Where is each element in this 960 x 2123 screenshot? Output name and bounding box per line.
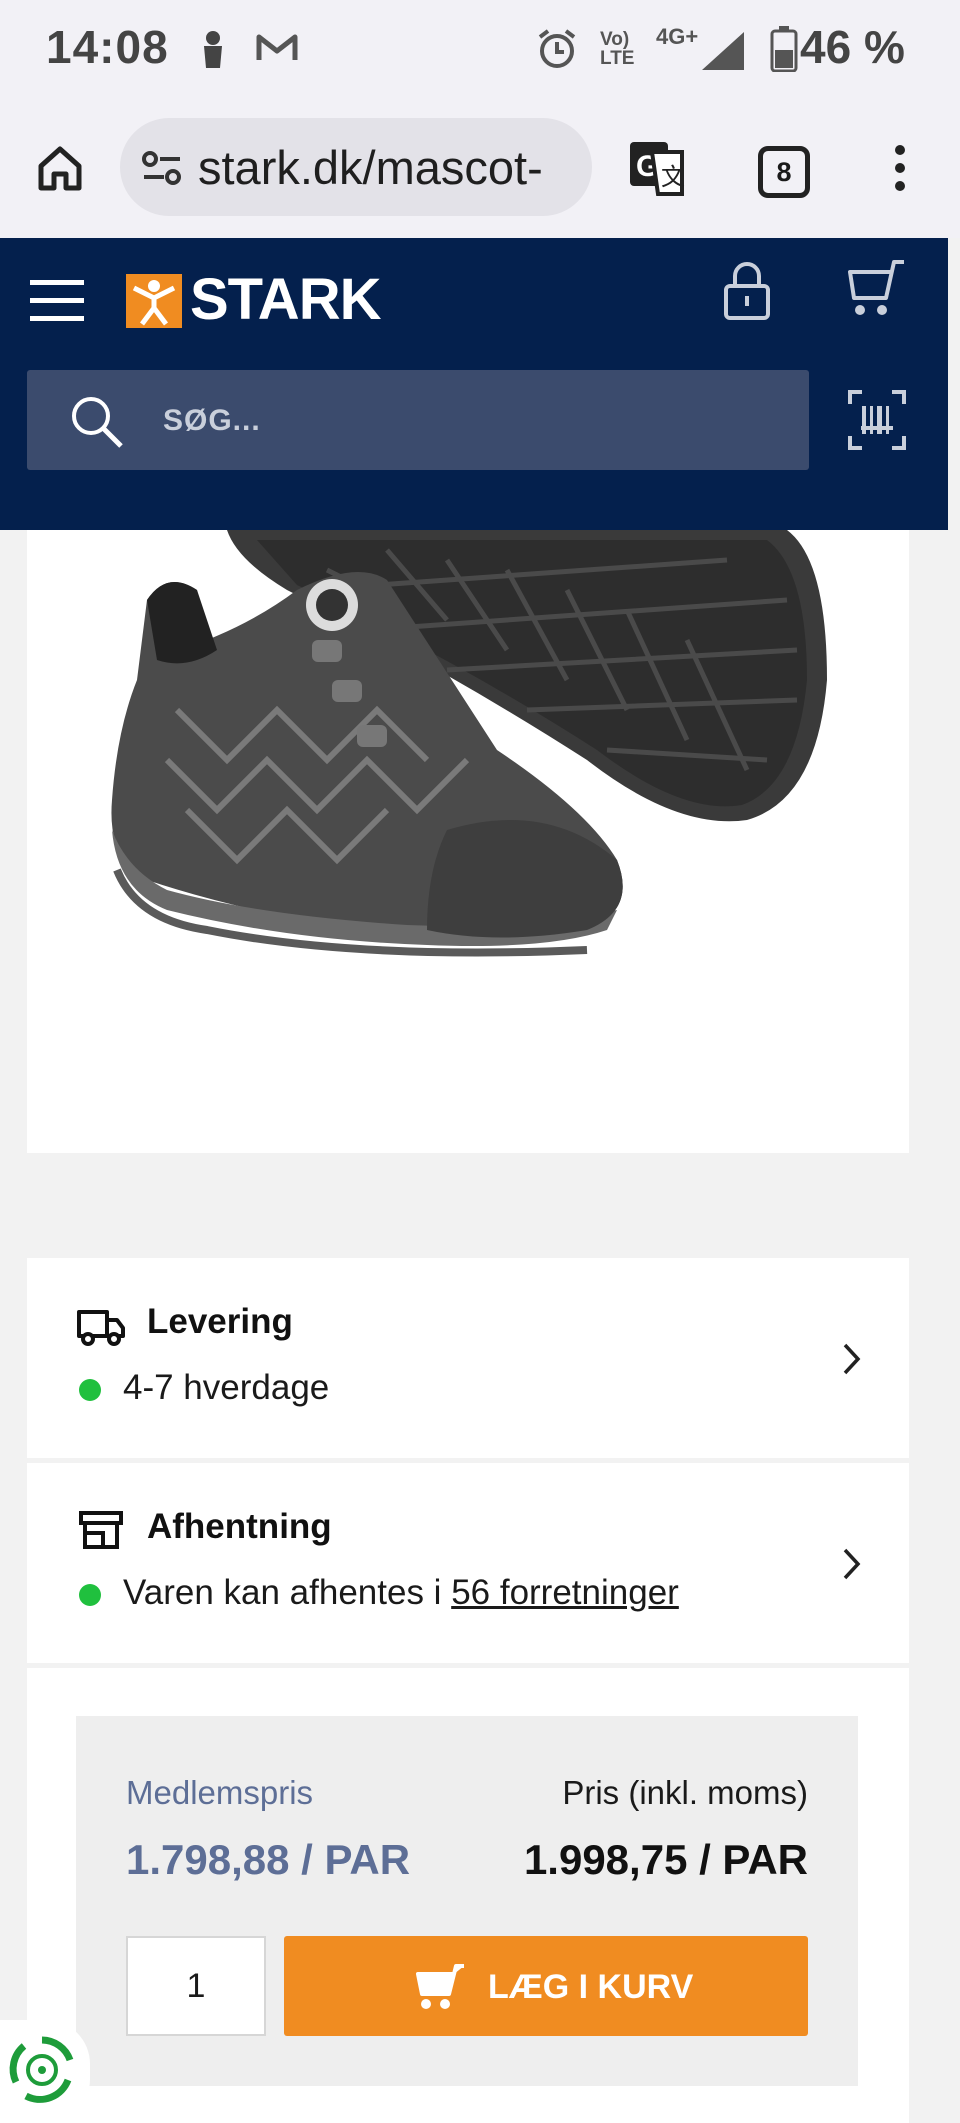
site-info-icon[interactable] bbox=[142, 150, 182, 186]
search-input[interactable]: SØG... bbox=[163, 404, 261, 438]
chevron-right-icon[interactable] bbox=[842, 1342, 862, 1376]
home-icon[interactable] bbox=[36, 144, 84, 192]
delivery-title: Levering bbox=[147, 1302, 293, 1341]
logo-figure-icon bbox=[132, 280, 176, 326]
logo-mark[interactable] bbox=[126, 274, 182, 328]
add-to-cart-label: LÆG I KURV bbox=[488, 1968, 694, 2006]
add-to-cart-button[interactable]: LÆG I KURV bbox=[284, 1936, 808, 2036]
alarm-icon bbox=[538, 29, 576, 68]
battery-percent: 46 % bbox=[800, 21, 905, 73]
tabs-icon[interactable]: 8 bbox=[758, 146, 810, 198]
floating-badge[interactable] bbox=[0, 2020, 90, 2123]
gmail-icon bbox=[256, 34, 298, 60]
lock-icon[interactable] bbox=[722, 260, 772, 320]
search-bar[interactable]: SØG... bbox=[27, 370, 809, 470]
volte-label: Vo) LTE bbox=[600, 30, 634, 68]
pickup-status: Varen kan afhentes i 56 forretninger bbox=[123, 1573, 679, 1613]
delivery-status: 4-7 hverdage bbox=[123, 1368, 330, 1407]
cart-icon bbox=[416, 1964, 464, 2009]
delivery-status-dot bbox=[79, 1379, 101, 1401]
menu-icon[interactable] bbox=[30, 278, 84, 324]
status-bar: 14:08 Vo) LTE 4G+ 46 % bbox=[0, 0, 960, 100]
stores-link[interactable]: 56 forretninger bbox=[451, 1573, 679, 1612]
pickup-title: Afhentning bbox=[147, 1507, 332, 1546]
battery-icon bbox=[770, 26, 798, 72]
truck-icon bbox=[77, 1310, 125, 1346]
logo-text[interactable]: STARK bbox=[190, 266, 381, 333]
url-text[interactable]: stark.dk/mascot- bbox=[198, 140, 543, 195]
volte-label-top: Vo) bbox=[600, 29, 630, 50]
store-icon bbox=[79, 1511, 123, 1549]
product-image-card[interactable] bbox=[27, 530, 909, 1153]
price-label: Pris (inkl. moms) bbox=[562, 1774, 808, 1811]
volte-label-bottom: LTE bbox=[600, 48, 635, 69]
status-time: 14:08 bbox=[46, 21, 169, 73]
product-image[interactable] bbox=[27, 530, 909, 1153]
search-icon[interactable] bbox=[69, 394, 125, 450]
quantity-input[interactable]: 1 bbox=[126, 1936, 266, 2036]
delivery-card[interactable]: Levering 4-7 hverdage bbox=[27, 1258, 909, 1458]
chevron-right-icon[interactable] bbox=[842, 1547, 862, 1581]
network-type: 4G+ bbox=[656, 24, 699, 49]
member-price-value: 1.798,88 / PAR bbox=[126, 1836, 411, 1883]
price-value: 1.998,75 / PAR bbox=[523, 1836, 808, 1883]
pickup-status-text: Varen kan afhentes i bbox=[123, 1573, 452, 1612]
svg-text:文: 文 bbox=[661, 164, 685, 191]
price-box: Medlemspris Pris (inkl. moms) 1.798,88 /… bbox=[76, 1716, 858, 2086]
pickup-status-dot bbox=[79, 1584, 101, 1606]
person-icon bbox=[204, 31, 222, 68]
translate-icon[interactable]: G 文 bbox=[628, 140, 686, 196]
signal-icon bbox=[702, 32, 744, 70]
more-icon[interactable] bbox=[890, 144, 910, 192]
address-bar[interactable]: stark.dk/mascot- bbox=[120, 118, 592, 216]
pickup-card[interactable]: Afhentning Varen kan afhentes i 56 forre… bbox=[27, 1463, 909, 1663]
recycle-icon[interactable] bbox=[6, 2034, 78, 2106]
member-price-label: Medlemspris bbox=[126, 1774, 314, 1811]
barcode-icon[interactable] bbox=[848, 390, 906, 450]
cart-icon[interactable] bbox=[846, 258, 908, 318]
